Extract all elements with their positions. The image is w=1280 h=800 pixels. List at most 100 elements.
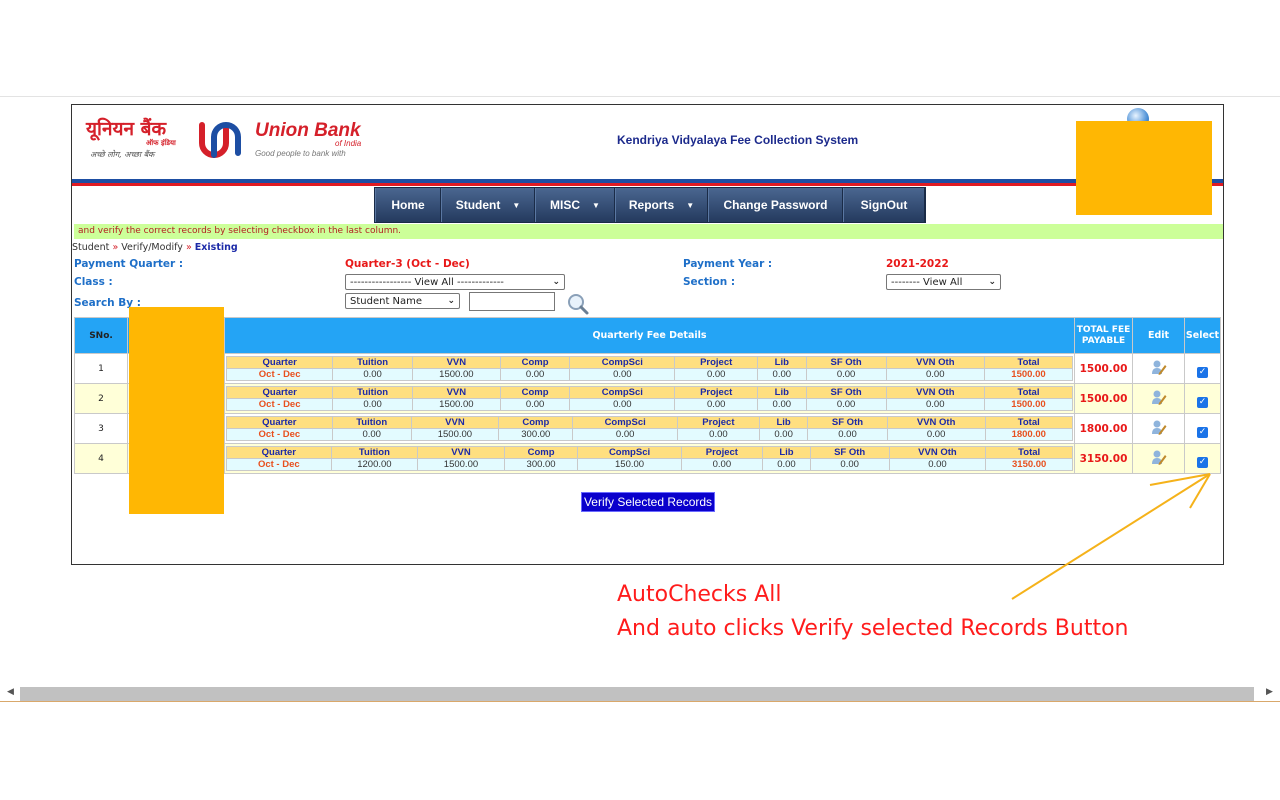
total-payable-cell: 3150.00 xyxy=(1074,443,1133,474)
notice-banner: and verify the correct records by select… xyxy=(74,224,1223,239)
annotation-line-2: And auto clicks Verify selected Records … xyxy=(617,616,1129,641)
fee-breakdown-values: Oct - Dec 0.00 1500.00 0.00 0.00 0.00 0.00 0.00… xyxy=(225,398,1074,411)
fee-value-cell: 0.00 xyxy=(805,368,887,381)
edit-cell xyxy=(1132,413,1185,444)
fee-header-cell: Comp xyxy=(499,386,571,399)
caret-down-icon: ▼ xyxy=(686,200,695,210)
logo-hindi-text: यूनियन बैंक xyxy=(86,118,167,140)
fee-header-cell: Tuition xyxy=(332,386,413,399)
column-header-select: Select xyxy=(1184,317,1221,354)
fee-header-cell: Tuition xyxy=(332,356,413,369)
fee-table: SNo. Quarterly Fee Details TOTAL FEE PAY… xyxy=(74,317,1221,474)
nav-student[interactable]: Student ▼ xyxy=(441,188,535,222)
fee-details-cell: Quarter Tuition VVN Comp CompSci Project Lib SF… xyxy=(224,353,1075,384)
search-icon[interactable] xyxy=(566,292,590,316)
section-select[interactable]: -------- View All ⌄ xyxy=(886,274,1001,290)
payment-year-value: 2021-2022 xyxy=(886,258,949,270)
fee-header-cell: CompSci xyxy=(569,356,676,369)
fee-details-cell: Quarter Tuition VVN Comp CompSci Project Lib SF… xyxy=(224,413,1075,444)
nav-change-password[interactable]: Change Password xyxy=(708,188,843,222)
column-header-sno: SNo. xyxy=(74,317,128,354)
fee-breakdown-header: Quarter Tuition VVN Comp CompSci Project Lib SF… xyxy=(225,356,1074,369)
search-by-select[interactable]: Student Name ⌄ xyxy=(345,293,460,309)
total-payable-cell: 1500.00 xyxy=(1074,353,1133,384)
scroll-left-icon[interactable]: ◀ xyxy=(7,687,14,697)
fee-breakdown-header: Quarter Tuition VVN Comp CompSci Project Lib SF… xyxy=(225,386,1074,399)
fee-header-cell: VVN Oth xyxy=(885,356,985,369)
edit-user-icon[interactable] xyxy=(1151,449,1167,465)
fee-header-cell: SF Oth xyxy=(807,416,888,429)
edit-user-icon[interactable] xyxy=(1151,359,1167,375)
fee-breakdown-table: Quarter Tuition VVN Comp CompSci Project Lib SF… xyxy=(225,356,1074,381)
search-input[interactable] xyxy=(469,292,555,311)
fee-value-cell: 1500.00 xyxy=(411,368,501,381)
fee-value-cell: 0.00 xyxy=(332,398,413,411)
logo-hindi-subtext: ऑफ इंडिया xyxy=(146,139,176,147)
nav-reports[interactable]: Reports ▼ xyxy=(615,188,708,222)
select-checkbox[interactable]: ✓ xyxy=(1197,367,1208,378)
fee-breakdown-header: Quarter Tuition VVN Comp CompSci Project Lib SF… xyxy=(226,446,1073,459)
total-payable-cell: 1800.00 xyxy=(1074,413,1133,444)
fee-header-cell: Project xyxy=(674,386,759,399)
fee-value-cell: 1500.00 xyxy=(410,428,500,441)
logo-english-subtext: of India xyxy=(335,139,362,148)
select-cell: ✓ xyxy=(1184,383,1221,414)
fee-value-cell: 0.00 xyxy=(680,458,764,471)
column-header-total: TOTAL FEE PAYABLE xyxy=(1074,317,1133,354)
column-header-edit: Edit xyxy=(1132,317,1185,354)
select-checkbox[interactable]: ✓ xyxy=(1197,427,1208,438)
fee-value-cell: 0.00 xyxy=(676,428,761,441)
table-row: 3 Quarter Tuition VVN Comp CompSci Project Lib S… xyxy=(74,413,1221,444)
select-checkbox[interactable]: ✓ xyxy=(1197,397,1208,408)
fee-header-cell: VVN xyxy=(410,416,500,429)
fee-value-cell: 0.00 xyxy=(572,428,678,441)
fee-header-cell: SF Oth xyxy=(809,446,890,459)
scrollbar-thumb[interactable] xyxy=(20,687,1254,701)
fee-header-cell: Project xyxy=(674,356,759,369)
fee-header-cell: Tuition xyxy=(331,416,412,429)
fee-header-cell: VVN xyxy=(411,356,501,369)
fee-header-cell: VVN xyxy=(417,446,505,459)
breadcrumb-item[interactable]: Verify/Modify xyxy=(121,242,183,253)
class-select-value: ----------------- View All ------------- xyxy=(350,276,504,288)
horizontal-scrollbar[interactable]: ◀ ▶ xyxy=(0,685,1280,702)
fee-value-cell: 150.00 xyxy=(577,458,682,471)
table-row: 1 Quarter Tuition VVN Comp CompSci Project Lib S… xyxy=(74,353,1221,384)
edit-cell xyxy=(1132,383,1185,414)
breadcrumb-separator: » xyxy=(112,242,119,253)
column-header-details: Quarterly Fee Details xyxy=(224,317,1075,354)
chevron-down-icon: ⌄ xyxy=(552,277,560,287)
fee-header-cell: SF Oth xyxy=(805,356,887,369)
fee-value-cell: 0.00 xyxy=(886,428,986,441)
verify-selected-records-button[interactable]: Verify Selected Records xyxy=(581,492,715,512)
fee-header-cell: Total xyxy=(983,356,1074,369)
fee-header-cell: Project xyxy=(680,446,764,459)
fee-header-cell: Quarter xyxy=(225,356,334,369)
scroll-right-icon[interactable]: ▶ xyxy=(1266,687,1273,697)
fee-value-cell: 0.00 xyxy=(674,398,759,411)
fee-value-cell: 300.00 xyxy=(498,428,574,441)
fee-header-cell: Quarter xyxy=(225,386,334,399)
fee-value-cell: 0.00 xyxy=(332,368,413,381)
nav-misc[interactable]: MISC ▼ xyxy=(535,188,615,222)
edit-cell xyxy=(1132,353,1185,384)
edit-user-icon[interactable] xyxy=(1151,389,1167,405)
section-label: Section : xyxy=(683,276,736,288)
payment-quarter-value: Quarter-3 (Oct - Dec) xyxy=(345,258,470,270)
fee-value-cell: 300.00 xyxy=(503,458,579,471)
nav-home[interactable]: Home xyxy=(375,188,441,222)
fee-value-cell: 0.00 xyxy=(762,458,811,471)
nav-signout[interactable]: SignOut xyxy=(843,188,925,222)
class-select[interactable]: ----------------- View All -------------… xyxy=(345,274,565,290)
logo-english-tagline: Good people to bank with xyxy=(255,149,346,158)
select-checkbox[interactable]: ✓ xyxy=(1197,457,1208,468)
fee-value-cell: 0.00 xyxy=(888,458,987,471)
fee-value-cell: 1200.00 xyxy=(330,458,419,471)
fee-details-cell: Quarter Tuition VVN Comp CompSci Project Lib SF… xyxy=(224,383,1075,414)
edit-cell xyxy=(1132,443,1185,474)
edit-user-icon[interactable] xyxy=(1151,419,1167,435)
fee-breakdown-values: Oct - Dec 1200.00 1500.00 300.00 150.00 0.00 0… xyxy=(226,458,1073,471)
breadcrumb-item[interactable]: Student xyxy=(72,242,109,253)
fee-header-cell: Lib xyxy=(762,446,811,459)
table-body: 1 Quarter Tuition VVN Comp CompSci Project Lib S… xyxy=(74,353,1221,474)
